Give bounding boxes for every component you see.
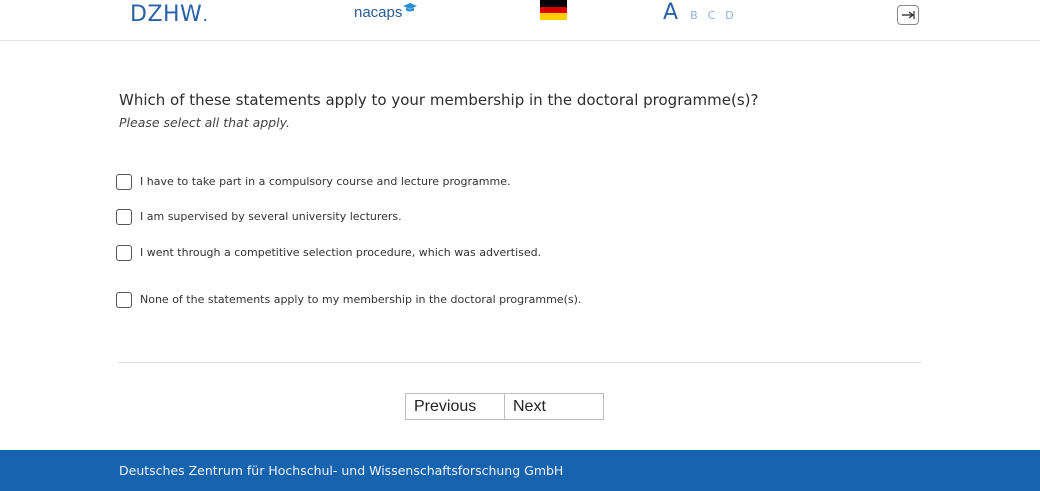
divider [118, 362, 921, 363]
dzhw-logo-dot: . [202, 5, 209, 26]
footer-bar: Deutsches Zentrum für Hochschul- und Wis… [0, 450, 1040, 491]
header-bar: DZHW. nacaps A B C D [0, 0, 1040, 41]
dzhw-logo[interactable]: DZHW. [130, 2, 209, 29]
checkbox[interactable] [116, 209, 132, 225]
font-size-d[interactable]: D [725, 9, 733, 22]
question-text: Which of these statements apply to your … [119, 91, 759, 109]
checkbox[interactable] [116, 292, 132, 308]
dzhw-logo-text: DZHW [130, 2, 203, 27]
font-size-c[interactable]: C [708, 9, 716, 22]
font-size-b[interactable]: B [690, 9, 698, 22]
previous-button[interactable]: Previous [405, 393, 505, 420]
option-competitive-selection[interactable]: I went through a competitive selection p… [116, 245, 541, 261]
graduation-cap-icon [403, 0, 418, 12]
option-none-apply[interactable]: None of the statements apply to my membe… [116, 292, 581, 308]
option-label: I went through a competitive selection p… [140, 246, 542, 259]
option-several-supervisors[interactable]: I am supervised by several university le… [116, 209, 402, 225]
checkbox[interactable] [116, 245, 132, 261]
font-size-selector: A B C D [663, 0, 734, 26]
option-label: I am supervised by several university le… [140, 210, 402, 223]
germany-flag-icon[interactable] [540, 0, 567, 20]
nacaps-logo[interactable]: nacaps [354, 0, 418, 23]
font-size-a[interactable]: A [663, 0, 678, 26]
footer-text: Deutsches Zentrum für Hochschul- und Wis… [119, 463, 564, 478]
nacaps-logo-text: nacaps [354, 4, 403, 21]
next-button[interactable]: Next [504, 393, 604, 420]
option-label: None of the statements apply to my membe… [140, 293, 582, 306]
checkbox[interactable] [116, 174, 132, 190]
question-instruction: Please select all that apply. [119, 115, 290, 130]
exit-arrow-icon [902, 11, 915, 19]
option-compulsory-course[interactable]: I have to take part in a compulsory cour… [116, 174, 510, 190]
exit-button[interactable] [897, 5, 919, 25]
option-label: I have to take part in a compulsory cour… [140, 175, 511, 188]
